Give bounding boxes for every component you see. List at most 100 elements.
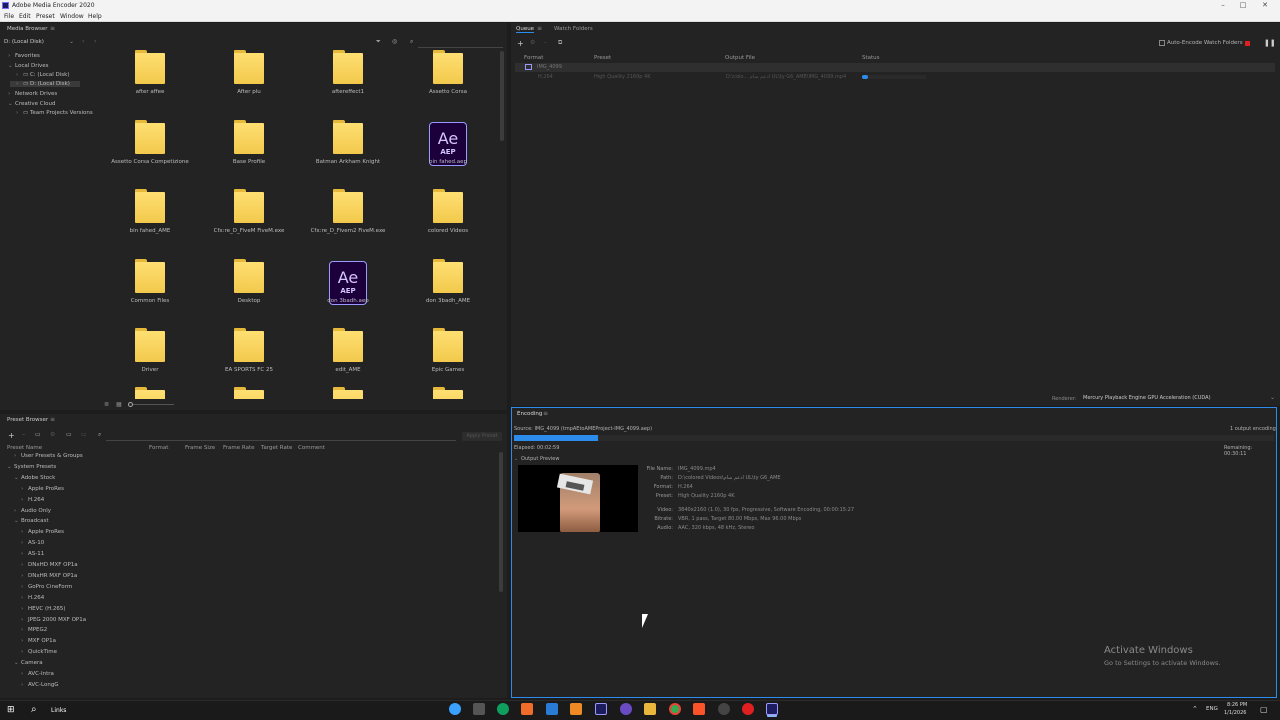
folder-icon[interactable] (433, 189, 463, 223)
menu-window[interactable]: Window (60, 13, 84, 20)
search-icon[interactable]: ⌕ (31, 704, 37, 715)
preset-browser-tab[interactable]: Preset Browser (7, 417, 48, 423)
preset-tree-item[interactable]: › H.264 (21, 497, 44, 503)
search-input[interactable] (418, 47, 503, 48)
app-icon[interactable] (718, 703, 730, 715)
windows-start-icon[interactable]: ⊞ (7, 705, 15, 715)
folder-icon[interactable] (234, 189, 264, 223)
col-target-rate[interactable]: Target Rate (261, 445, 292, 451)
tree-item-team-projects[interactable]: › ▭ Team Projects Versions (16, 110, 93, 116)
col-status[interactable]: Status (862, 55, 880, 61)
preset-tree-item[interactable]: › Apple ProRes (21, 529, 64, 535)
media-encoder-icon[interactable] (766, 703, 778, 715)
tree-item-creative-cloud[interactable]: ⌄ Creative Cloud (8, 101, 56, 107)
file-label[interactable]: Common Files (100, 298, 200, 304)
preset-tree-item[interactable]: ⌄ System Presets (7, 464, 56, 470)
zoom-slider-handle[interactable] (128, 402, 133, 407)
tree-item-local-drives[interactable]: ⌄ Local Drives (8, 63, 49, 69)
chrome-icon[interactable] (669, 703, 681, 715)
folder-icon[interactable] (433, 387, 463, 399)
preset-tree-item[interactable]: › AS-10 (21, 540, 44, 546)
folder-icon[interactable] (234, 259, 264, 293)
folder-icon[interactable] (433, 328, 463, 362)
file-label[interactable]: bin fahed_AME (100, 228, 200, 234)
col-preset-name[interactable]: Preset Name (7, 445, 42, 451)
minimize-icon[interactable]: – (1218, 1, 1228, 9)
tree-item-d-drive[interactable]: › ▭ D: (Local Disk) (10, 81, 80, 87)
preset-tree-item[interactable]: › H.264 (21, 595, 44, 601)
forward-arrow-icon[interactable]: › (94, 38, 96, 45)
apply-preset-button[interactable]: Apply Preset (462, 432, 502, 441)
col-comment[interactable]: Comment (298, 445, 325, 451)
menu-preset[interactable]: Preset (36, 13, 55, 20)
folder-icon[interactable] (333, 387, 363, 399)
file-label[interactable]: after affee (100, 89, 200, 95)
remove-icon[interactable]: – (544, 39, 547, 46)
file-label[interactable]: Cfx:re_D_FiveM FiveM.exe (199, 228, 299, 234)
preset-tree-item[interactable]: › DNxHR MXF OP1a (21, 573, 77, 579)
edge-icon[interactable] (449, 703, 461, 715)
file-label[interactable]: colored Videos (398, 228, 498, 234)
settings-icon[interactable]: ⚙ (530, 39, 535, 46)
drive-select[interactable]: D: (Local Disk) ⌄ (4, 38, 74, 47)
tree-item-network-drives[interactable]: › Network Drives (8, 91, 57, 97)
file-label[interactable]: Desktop (199, 298, 299, 304)
close-icon[interactable]: ✕ (1260, 1, 1270, 9)
tree-item-favorites[interactable]: › Favorites (8, 53, 40, 59)
taskbar-links[interactable]: Links (51, 707, 66, 714)
folder-icon[interactable] (234, 387, 264, 399)
renderer-select[interactable]: Mercury Playback Engine GPU Acceleration… (1083, 394, 1275, 403)
icon-view-icon[interactable]: ▦ (116, 401, 122, 408)
clock-date[interactable]: 1/1/2026 (1224, 710, 1246, 716)
file-label[interactable]: edit_AME (298, 367, 398, 373)
folder-icon[interactable] (234, 328, 264, 362)
scrollbar[interactable] (499, 452, 503, 592)
file-label[interactable]: Base Profile (199, 159, 299, 165)
notifications-icon[interactable]: ▢ (1260, 705, 1268, 714)
new-group-icon[interactable]: ▭ (35, 431, 41, 438)
file-label[interactable]: Cfx:re_D_Fivem2 FiveM.exe (298, 228, 398, 234)
panel-menu-icon[interactable]: ≡ (537, 25, 542, 32)
after-effects-icon[interactable] (595, 703, 607, 715)
file-label[interactable]: Assetto Corsa (398, 89, 498, 95)
tab-queue[interactable]: Queue (516, 26, 535, 33)
pen-icon[interactable] (521, 703, 533, 715)
col-output-file[interactable]: Output File (725, 55, 755, 61)
menu-file[interactable]: File (4, 13, 14, 20)
file-label[interactable]: Epic Games (398, 367, 498, 373)
back-arrow-icon[interactable]: ‹ (82, 38, 84, 45)
folder-icon[interactable] (135, 259, 165, 293)
preset-tree-item[interactable]: › Apple ProRes (21, 486, 64, 492)
tray-chevron-icon[interactable]: ⌃ (1192, 705, 1198, 713)
clock-time[interactable]: 8:26 PM (1227, 702, 1247, 708)
preset-tree-item[interactable]: › User Presets & Groups (14, 453, 83, 459)
folder-icon[interactable] (433, 50, 463, 84)
stop-button[interactable] (1245, 41, 1250, 46)
output-preview-label[interactable]: ⌄ Output Preview (514, 456, 559, 462)
list-view-icon[interactable]: ≣ (104, 401, 109, 408)
queue-item-header[interactable]: IMG_4099 (515, 63, 1275, 72)
folder-icon[interactable] (135, 387, 165, 399)
file-label[interactable]: bin fahed.aep (398, 159, 498, 165)
preset-search-input[interactable] (106, 440, 456, 441)
file-label[interactable]: EA SPORTS FC 25 (199, 367, 299, 373)
maximize-icon[interactable]: □ (1238, 1, 1248, 9)
preset-tree-item[interactable]: › AVC-LongG (21, 682, 59, 688)
panel-menu-icon[interactable]: ≡ (543, 410, 548, 417)
file-label[interactable]: don 3badh.aep (298, 298, 398, 304)
app-icon[interactable] (570, 703, 582, 715)
panel-menu-icon[interactable]: ≡ (50, 25, 55, 32)
file-label[interactable]: Assetto Corsa Competizione (100, 159, 200, 165)
search-icon[interactable]: ⌕ (98, 431, 101, 439)
preset-tree-item[interactable]: › GoPro CineForm (21, 584, 72, 590)
search-icon[interactable]: ⌕ (410, 38, 413, 46)
add-preset-icon[interactable]: + (8, 431, 15, 440)
tab-watch-folders[interactable]: Watch Folders (554, 26, 593, 32)
preset-tree-item[interactable]: › QuickTime (21, 649, 57, 655)
pause-button[interactable]: ❚❚ (1264, 39, 1276, 47)
folder-icon[interactable] (433, 259, 463, 293)
folder-icon[interactable] (135, 50, 165, 84)
discord-icon[interactable] (620, 703, 632, 715)
folder-icon[interactable] (333, 189, 363, 223)
preset-tree-item[interactable]: ⌄ Adobe Stock (14, 475, 55, 481)
